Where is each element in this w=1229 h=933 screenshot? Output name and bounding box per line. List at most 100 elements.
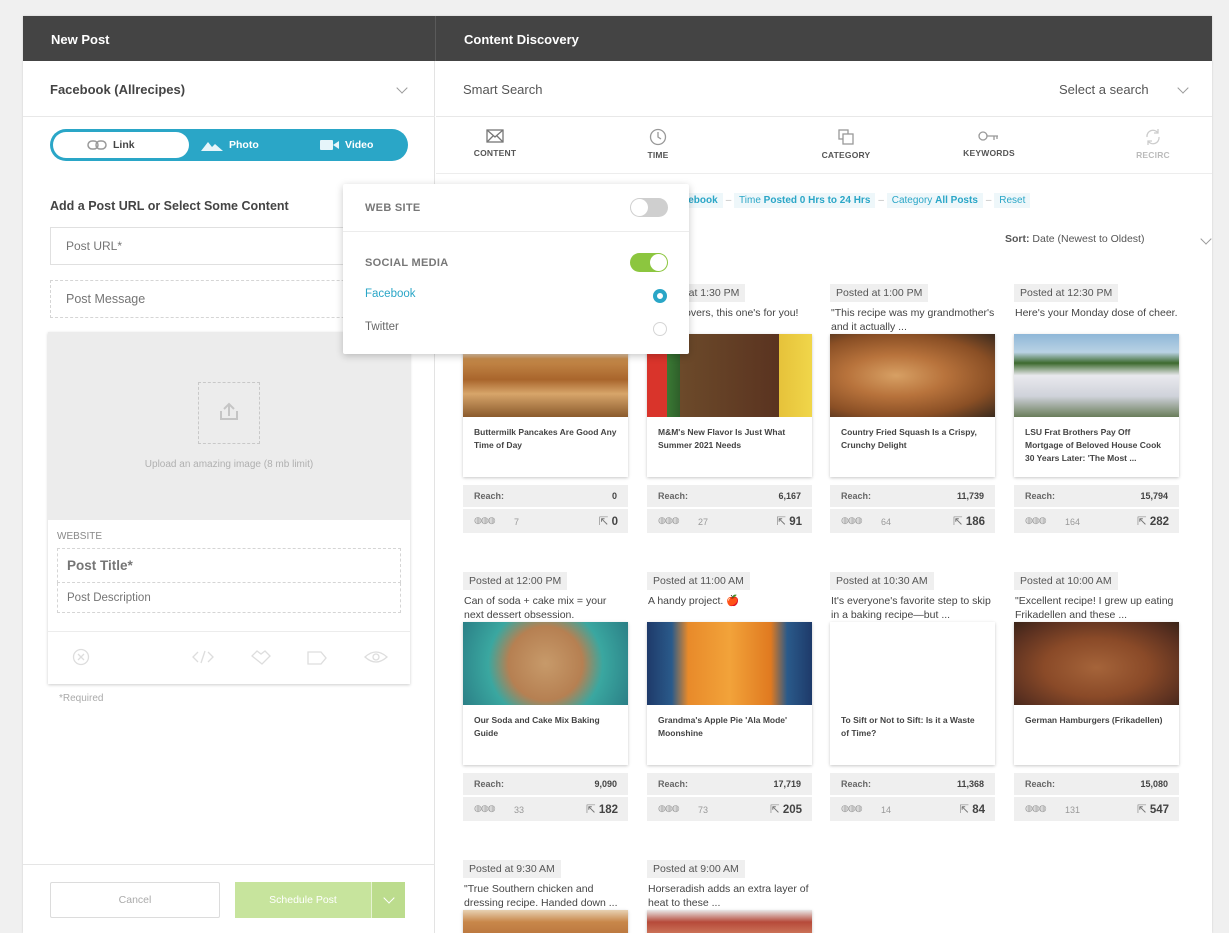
tab-content[interactable]: CONTENT — [464, 118, 526, 174]
article-preview[interactable]: Our Soda and Cake Mix Baking Guide — [463, 622, 628, 765]
remove-icon[interactable] — [72, 648, 90, 666]
link-icon — [87, 140, 107, 150]
posted-time: Posted at 1:00 PM — [830, 284, 929, 302]
content-card[interactable]: Posted at 10:00 AM "Excellent recipe! I g… — [1014, 571, 1179, 821]
schedule-post-button[interactable]: Schedule Post — [235, 882, 371, 918]
chevron-down-icon — [383, 892, 395, 904]
tab-photo-label: Photo — [229, 139, 259, 151]
engagement-row: ◍◍◍ 27 ⇱ 91 — [647, 509, 812, 533]
website-toggle[interactable] — [630, 198, 668, 217]
code-icon[interactable] — [191, 648, 215, 666]
upload-hint: Upload an amazing image (8 mb limit) — [144, 459, 314, 470]
tab-keywords-label: KEYWORDS — [963, 148, 1015, 158]
content-card[interactable]: Posted at 10:30 AM It's everyone's favori… — [830, 571, 995, 821]
article-thumbnail — [463, 910, 628, 933]
chip-time[interactable]: Time Posted 0 Hrs to 24 Hrs — [734, 193, 876, 208]
filter-tabs: CONTENT TIME CATEGORY KEYWORDS RECIRC — [436, 118, 1212, 174]
tab-video[interactable]: Video — [320, 129, 373, 161]
article-preview[interactable]: German Hamburgers (Frikadellen) — [1014, 622, 1179, 765]
reach-row: Reach: 6,167 — [647, 485, 812, 507]
reactions-count: 7 — [514, 517, 520, 527]
article-preview[interactable] — [463, 910, 628, 933]
handshake-icon[interactable] — [250, 648, 272, 666]
content-card[interactable]: Posted at 11:00 AM A handy project. 🍎 Gran… — [647, 571, 812, 821]
website-label: WEBSITE — [57, 531, 103, 542]
clock-icon — [649, 128, 667, 146]
eye-icon[interactable] — [364, 649, 388, 665]
content-card[interactable]: Posted at 12:00 PM Can of soda + cake mix… — [463, 571, 628, 821]
share-count: ⇱ 186 — [952, 516, 985, 528]
sort-value: Date (Newest to Oldest) — [1032, 233, 1145, 245]
account-name: Facebook (Allrecipes) — [50, 82, 186, 97]
article-title: LSU Frat Brothers Pay Off Mortgage of Be… — [1025, 427, 1162, 463]
social-media-toggle[interactable] — [630, 253, 668, 272]
reactions-icon: ◍◍◍ — [841, 803, 863, 813]
option-twitter[interactable]: Twitter — [365, 321, 399, 333]
tab-time[interactable]: TIME — [638, 118, 678, 174]
article-title: Country Fried Squash Is a Crispy, Crunch… — [841, 427, 977, 450]
share-arrow-icon: ⇱ — [952, 516, 966, 528]
cancel-button[interactable]: Cancel — [50, 882, 220, 918]
tab-photo[interactable]: Photo — [201, 129, 259, 161]
post-description-input[interactable] — [57, 583, 401, 613]
sort-dropdown[interactable]: Sort: Date (Newest to Oldest) — [1005, 233, 1144, 245]
article-preview[interactable]: LSU Frat Brothers Pay Off Mortgage of Be… — [1014, 334, 1179, 477]
tab-recirc[interactable]: RECIRC — [1133, 118, 1173, 174]
tab-category[interactable]: CATEGORY — [814, 118, 878, 174]
article-thumbnail — [647, 622, 812, 705]
image-upload-area[interactable]: Upload an amazing image (8 mb limit) — [48, 332, 410, 520]
engagement-row: ◍◍◍ 73 ⇱ 205 — [647, 797, 812, 821]
reach-label: Reach: — [841, 779, 872, 789]
article-preview[interactable] — [647, 910, 812, 933]
share-count: ⇱ 205 — [769, 804, 802, 816]
share-arrow-icon: ⇱ — [1136, 516, 1150, 528]
reach-row: Reach: 0 — [463, 485, 628, 507]
reach-value: 17,719 — [773, 779, 801, 789]
tab-keywords[interactable]: KEYWORDS — [959, 118, 1019, 174]
posted-time: Posted at 12:00 PM — [463, 572, 568, 590]
engagement-row: ◍◍◍ 7 ⇱ 0 — [463, 509, 628, 533]
share-count: ⇱ 0 — [598, 516, 618, 528]
post-title-input[interactable] — [57, 548, 401, 583]
article-preview[interactable]: To Sift or Not to Sift: Is it a Waste of… — [830, 622, 995, 765]
tab-category-label: CATEGORY — [821, 150, 871, 160]
reach-value: 6,167 — [778, 491, 801, 501]
article-preview[interactable]: M&M's New Flavor Is Just What Summer 202… — [647, 334, 812, 477]
engagement-row: ◍◍◍ 64 ⇱ 186 — [830, 509, 995, 533]
tab-link[interactable]: Link — [87, 129, 135, 161]
reset-filters-link[interactable]: Reset — [994, 193, 1031, 208]
share-arrow-icon: ⇱ — [598, 516, 612, 528]
tag-icon[interactable] — [306, 650, 328, 666]
article-preview[interactable]: Grandma's Apple Pie 'Ala Mode' Moonshine — [647, 622, 812, 765]
engagement-row: ◍◍◍ 131 ⇱ 547 — [1014, 797, 1179, 821]
chip-category[interactable]: Category All Posts — [886, 193, 983, 208]
preview-card: Upload an amazing image (8 mb limit) WEB… — [48, 332, 410, 684]
reach-row: Reach: 17,719 — [647, 773, 812, 795]
refresh-icon — [1146, 129, 1160, 145]
posted-time: Posted at 11:00 AM — [647, 572, 750, 590]
posted-time: Posted at 9:30 AM — [463, 860, 561, 878]
video-camera-icon — [320, 140, 339, 151]
post-snippet: A handy project. 🍎 — [648, 595, 740, 607]
select-search-dropdown[interactable]: Select a search — [1059, 82, 1149, 97]
option-facebook[interactable]: Facebook — [365, 288, 416, 300]
twitter-radio[interactable] — [653, 322, 667, 336]
divider — [435, 16, 436, 61]
tab-time-label: TIME — [647, 150, 669, 160]
account-selector[interactable]: Facebook (Allrecipes) — [23, 61, 435, 117]
reach-row: Reach: 15,080 — [1014, 773, 1179, 795]
article-title: Buttermilk Pancakes Are Good Any Time of… — [474, 427, 617, 450]
content-card[interactable]: Posted at 1:00 PM "This recipe was my gra… — [830, 283, 995, 533]
reactions-count: 33 — [514, 805, 525, 815]
tab-video-label: Video — [345, 139, 374, 151]
article-preview[interactable]: Buttermilk Pancakes Are Good Any Time of… — [463, 334, 628, 477]
reach-row: Reach: 15,794 — [1014, 485, 1179, 507]
schedule-options-button[interactable] — [371, 882, 405, 918]
content-card[interactable]: Posted at 9:30 AM "True Southern chicken … — [463, 859, 628, 933]
article-preview[interactable]: Country Fried Squash Is a Crispy, Crunch… — [830, 334, 995, 477]
facebook-radio[interactable] — [653, 289, 667, 303]
share-count: ⇱ 282 — [1136, 516, 1169, 528]
content-card[interactable]: Posted at 9:00 AM Horseradish adds an ext… — [647, 859, 812, 933]
divider — [343, 231, 689, 232]
content-card[interactable]: Posted at 12:30 PM Here's your Monday dos… — [1014, 283, 1179, 533]
